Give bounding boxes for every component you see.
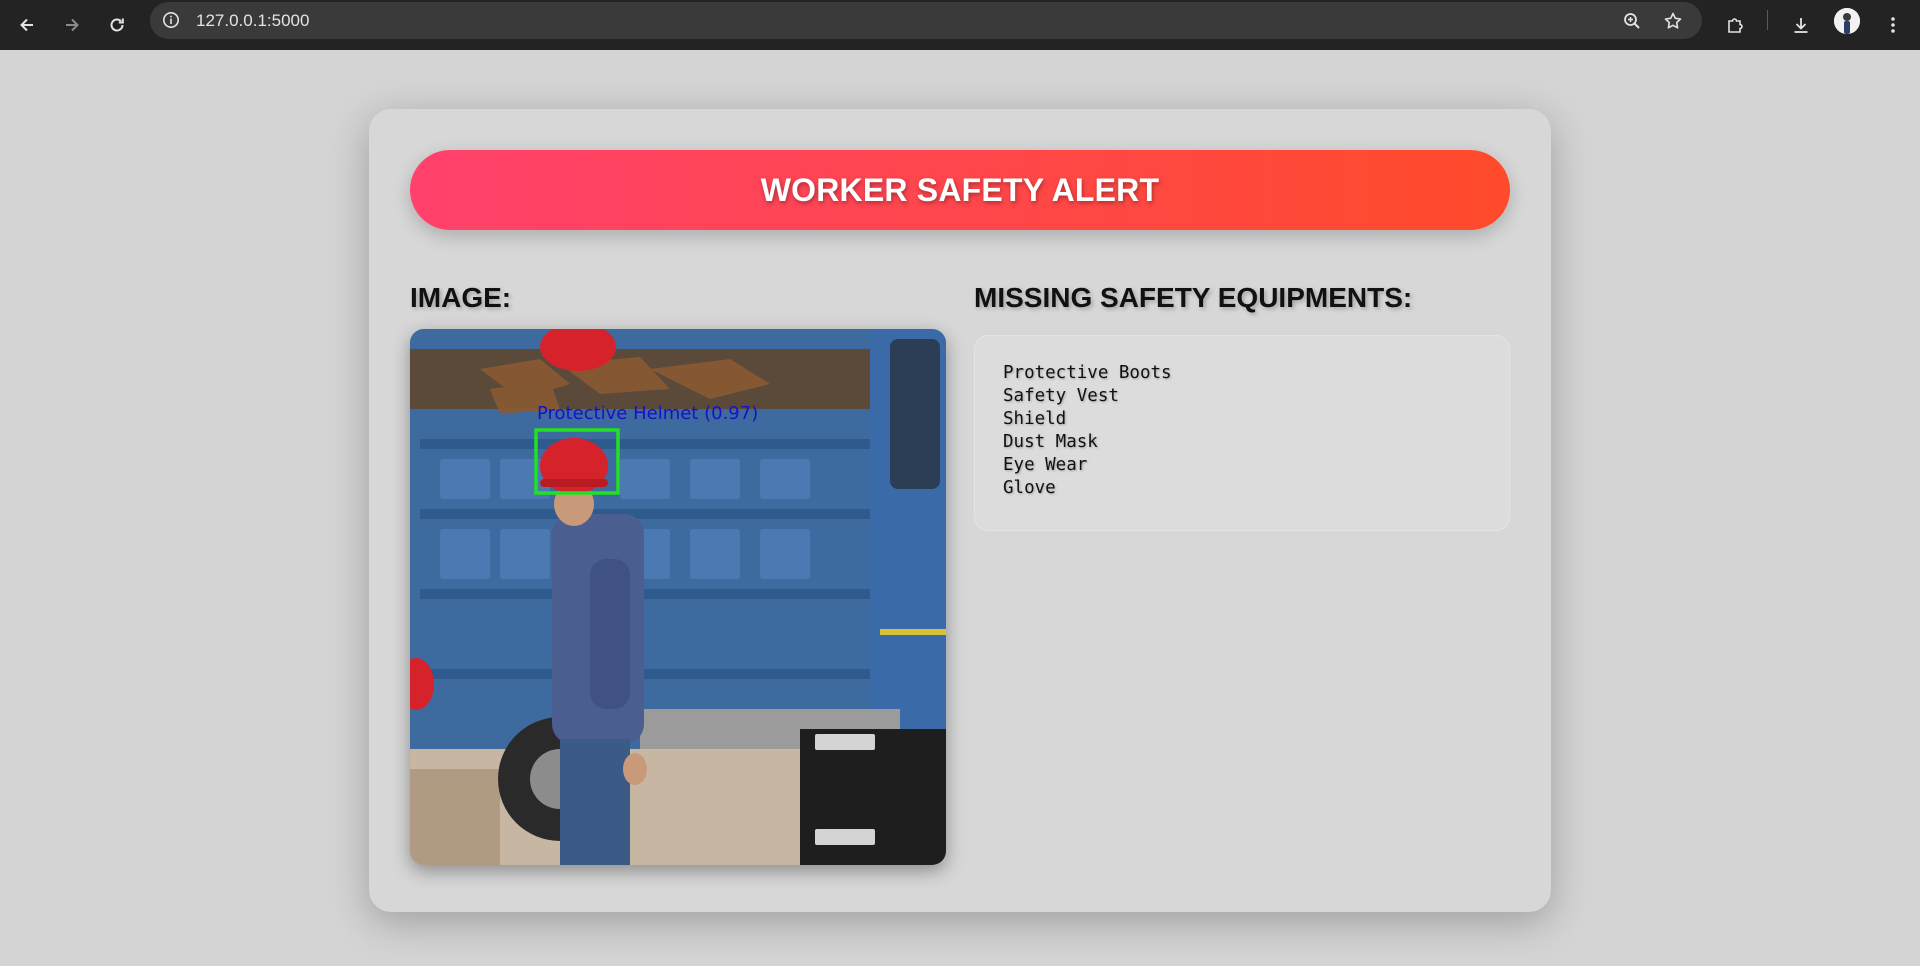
address-bar[interactable]: 127.0.0.1:5000: [150, 2, 1702, 39]
profile-avatar[interactable]: [1834, 8, 1860, 34]
alert-card: WORKER SAFETY ALERT IMAGE: MISSING SAFET…: [369, 109, 1551, 912]
extensions-icon[interactable]: [1718, 8, 1752, 42]
list-item: Protective Boots: [1003, 363, 1172, 383]
banner-title: WORKER SAFETY ALERT: [760, 171, 1160, 208]
download-icon[interactable]: [1784, 8, 1818, 42]
detection-image: Protective Helmet (0.97): [410, 329, 946, 865]
alert-banner: WORKER SAFETY ALERT: [410, 150, 1510, 230]
missing-equipment-box: Protective Boots Safety Vest Shield Dust…: [974, 335, 1510, 531]
list-item: Safety Vest: [1003, 386, 1119, 406]
menu-dots-icon[interactable]: [1876, 8, 1910, 42]
missing-equipment-list: Protective Boots Safety Vest Shield Dust…: [1003, 362, 1481, 500]
forward-button[interactable]: [54, 7, 90, 43]
missing-equipment-heading: MISSING SAFETY EQUIPMENTS:: [974, 282, 1413, 313]
back-button[interactable]: [9, 7, 45, 43]
detection-label: Protective Helmet (0.97): [537, 403, 758, 424]
back-arrow-icon: [20, 18, 33, 32]
toolbar-divider: [1767, 10, 1768, 30]
forward-arrow-icon: [66, 18, 79, 32]
list-item: Dust Mask: [1003, 432, 1098, 452]
list-item: Shield: [1003, 409, 1067, 429]
image-heading: IMAGE:: [410, 282, 512, 313]
reload-button[interactable]: [99, 7, 135, 43]
reload-icon: [110, 18, 124, 32]
bookmark-star-icon[interactable]: [1662, 10, 1684, 32]
browser-toolbar: 127.0.0.1:5000: [0, 0, 1920, 50]
site-info-icon[interactable]: [160, 9, 182, 31]
list-item: Eye Wear: [1003, 455, 1088, 475]
zoom-icon[interactable]: [1621, 10, 1643, 32]
list-item: Glove: [1003, 478, 1056, 498]
url-text[interactable]: 127.0.0.1:5000: [196, 11, 309, 31]
